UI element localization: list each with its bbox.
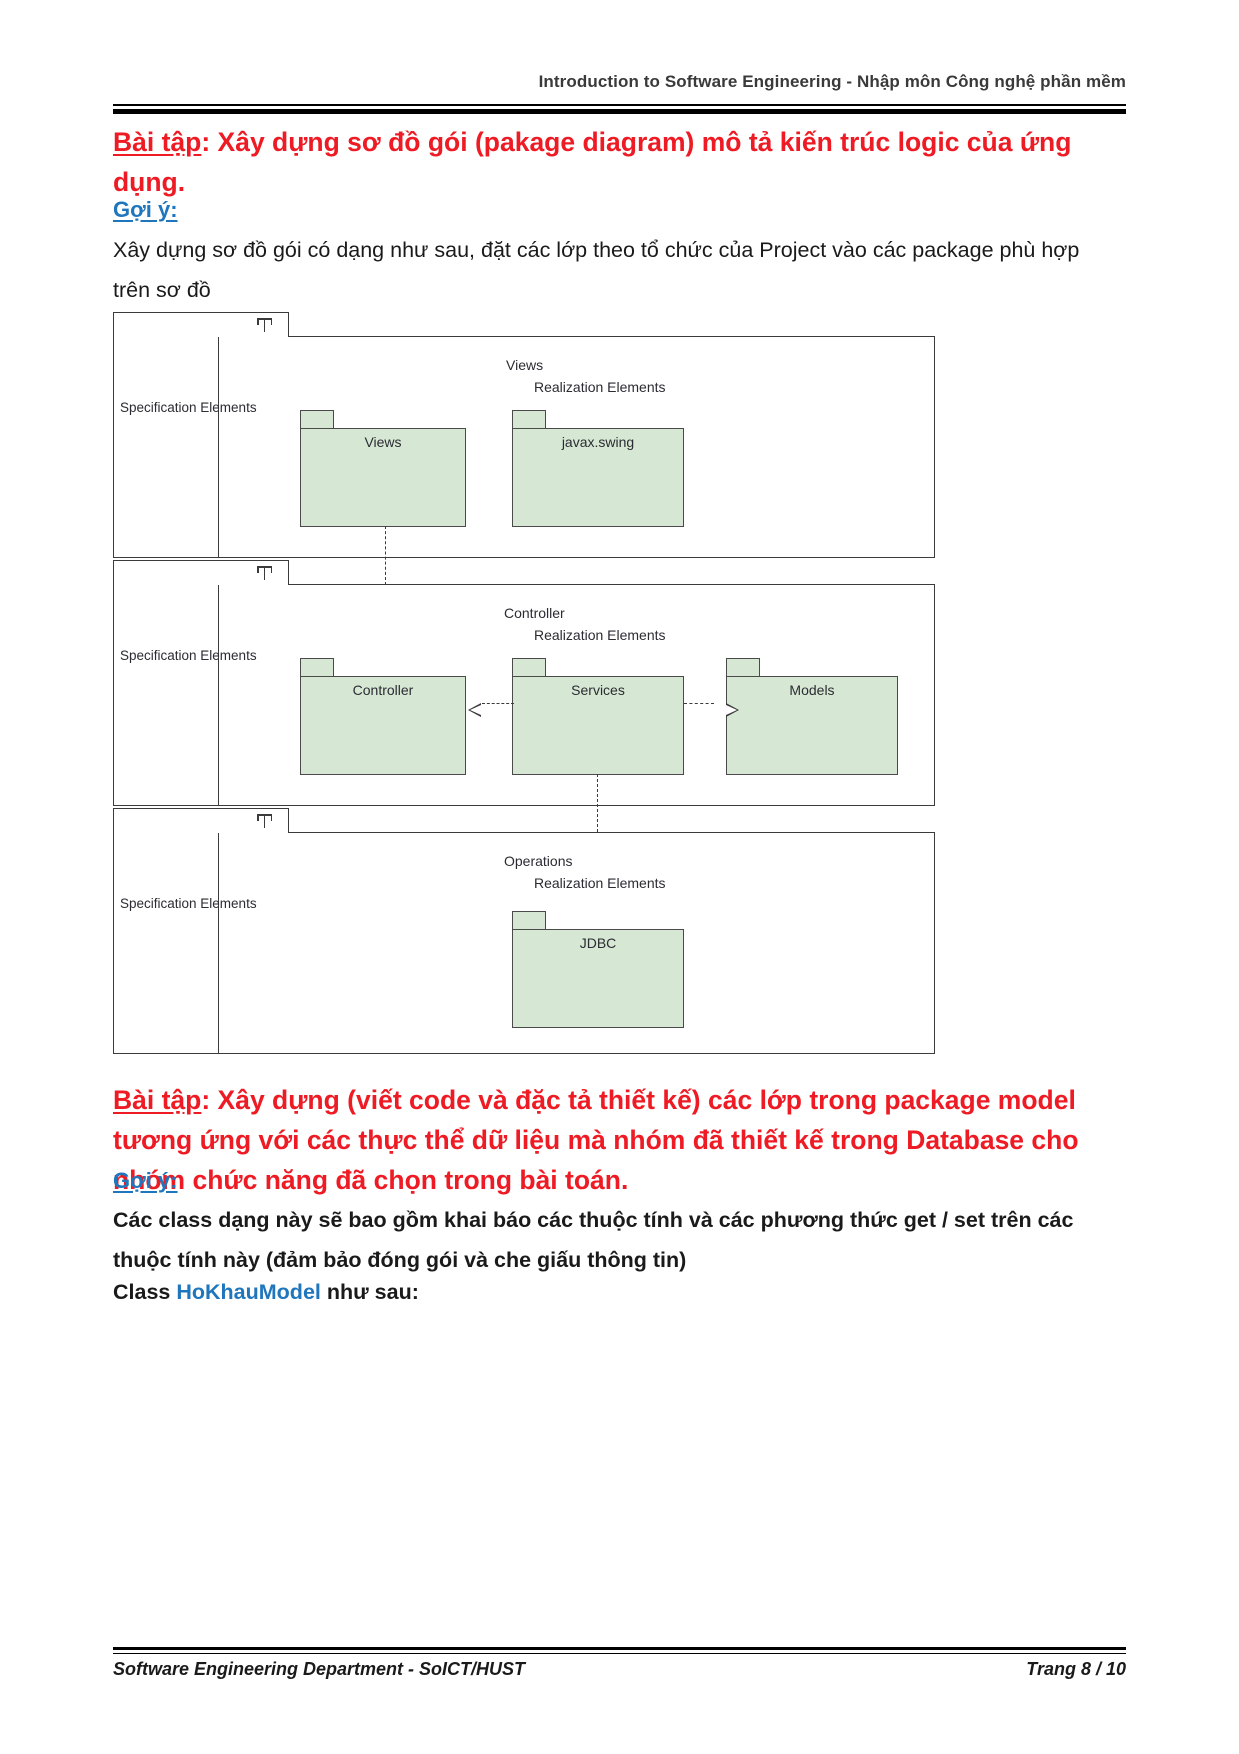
frame-tab bbox=[113, 808, 289, 833]
package-label: JDBC bbox=[579, 935, 617, 951]
package-tab-icon bbox=[257, 318, 272, 332]
package-jdbc[interactable]: JDBC bbox=[512, 911, 684, 1028]
footer-rule-thick bbox=[113, 1647, 1126, 1650]
package-views[interactable]: Views bbox=[300, 410, 466, 527]
package-javax-swing[interactable]: javax.swing bbox=[512, 410, 684, 527]
column-divider bbox=[218, 337, 220, 557]
package-diagram: Specification Elements Views Realization… bbox=[113, 312, 1126, 1054]
exercise-1-hint-label: Gợi ý: bbox=[113, 197, 178, 222]
package-view-operations: Specification Elements Operations Realiz… bbox=[113, 808, 935, 1054]
exercise-1-label: Bài tập bbox=[113, 127, 202, 157]
package-controller[interactable]: Controller bbox=[300, 658, 466, 775]
class-sentence-suffix: như sau: bbox=[320, 1280, 419, 1304]
header-rule-thin bbox=[113, 104, 1126, 106]
package-services[interactable]: Services bbox=[512, 658, 684, 775]
package-tab-shape bbox=[300, 410, 334, 429]
package-label: Services bbox=[571, 682, 625, 698]
realization-subtitle: Realization Elements bbox=[534, 875, 666, 891]
package-tab-shape bbox=[300, 658, 334, 677]
class-name: HoKhauModel bbox=[176, 1280, 321, 1304]
exercise-2-heading: Bài tập: Xây dựng (viết code và đặc tả t… bbox=[113, 1080, 1126, 1200]
frame-tab bbox=[113, 560, 289, 585]
package-label: javax.swing bbox=[561, 434, 635, 450]
realization-title: Controller bbox=[504, 605, 565, 621]
package-label: Models bbox=[789, 682, 835, 698]
package-label: Views bbox=[364, 434, 402, 450]
column-divider bbox=[218, 833, 220, 1053]
running-header: Introduction to Software Engineering - N… bbox=[538, 72, 1126, 91]
package-tab-shape bbox=[512, 911, 546, 930]
package-models[interactable]: Models bbox=[726, 658, 898, 775]
package-label: Controller bbox=[352, 682, 414, 698]
footer-rule-thin bbox=[113, 1653, 1126, 1655]
exercise-1-body: Xây dựng sơ đồ gói có dạng như sau, đặt … bbox=[113, 238, 1080, 302]
package-view-views: Specification Elements Views Realization… bbox=[113, 312, 935, 558]
footer-page-number: Trang 8 / 10 bbox=[1026, 1659, 1126, 1679]
exercise-2-hint-label: Gợi ý: bbox=[113, 1168, 178, 1193]
realization-subtitle: Realization Elements bbox=[534, 379, 666, 395]
frame-tab bbox=[113, 312, 289, 337]
class-sentence-prefix: Class bbox=[113, 1280, 177, 1304]
document-page: Introduction to Software Engineering - N… bbox=[0, 0, 1239, 1754]
dependency-arrowhead-right bbox=[726, 703, 739, 717]
package-tab-shape bbox=[512, 410, 546, 429]
exercise-1-heading: Bài tập: Xây dựng sơ đồ gói (pakage diag… bbox=[113, 122, 1126, 202]
exercise-1-title: : Xây dựng sơ đồ gói (pakage diagram) mô… bbox=[113, 127, 1072, 197]
package-tab-icon bbox=[257, 814, 272, 828]
column-divider bbox=[218, 585, 220, 805]
dependency-arrowhead-left bbox=[468, 703, 481, 717]
specification-elements-label: Specification Elements bbox=[120, 896, 257, 911]
exercise-2-body-2: Class HoKhauModel như sau: bbox=[113, 1272, 1113, 1312]
dependency-services-to-controller bbox=[482, 703, 514, 704]
package-tab-shape bbox=[726, 658, 760, 677]
package-tab-shape bbox=[512, 658, 546, 677]
realization-subtitle: Realization Elements bbox=[534, 627, 666, 643]
package-tab-icon bbox=[257, 566, 272, 580]
package-view-controller: Specification Elements Controller Realiz… bbox=[113, 560, 935, 806]
header-rule-thick bbox=[113, 109, 1126, 114]
dependency-services-to-models bbox=[684, 703, 714, 704]
exercise-2-label: Bài tập bbox=[113, 1085, 202, 1115]
exercise-2-body-1: Các class dạng này sẽ bao gồm khai báo c… bbox=[113, 1208, 1074, 1272]
specification-elements-label: Specification Elements bbox=[120, 648, 257, 663]
realization-title: Operations bbox=[504, 853, 573, 869]
realization-title: Views bbox=[506, 357, 544, 373]
exercise-2-title: : Xây dựng (viết code và đặc tả thiết kế… bbox=[113, 1085, 1079, 1195]
specification-elements-label: Specification Elements bbox=[120, 400, 257, 415]
